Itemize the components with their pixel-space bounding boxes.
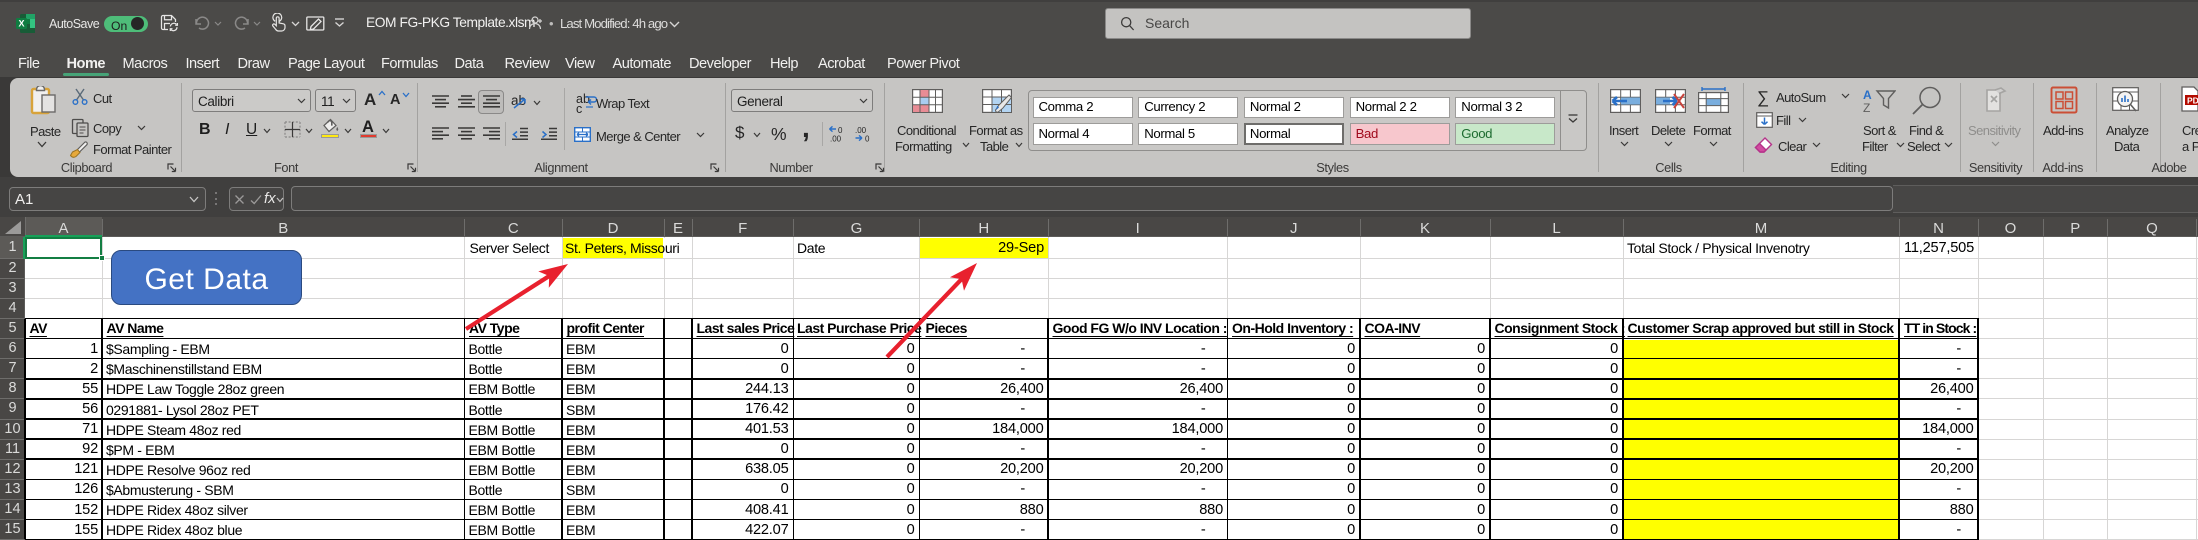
svg-text:A: A [1863, 88, 1872, 102]
svg-text:PD: PD [2187, 96, 2198, 106]
svg-text:X: X [18, 19, 24, 29]
svg-text:.00: .00 [830, 135, 842, 143]
svg-text:Z: Z [1863, 101, 1870, 113]
svg-text:0: 0 [865, 135, 870, 143]
